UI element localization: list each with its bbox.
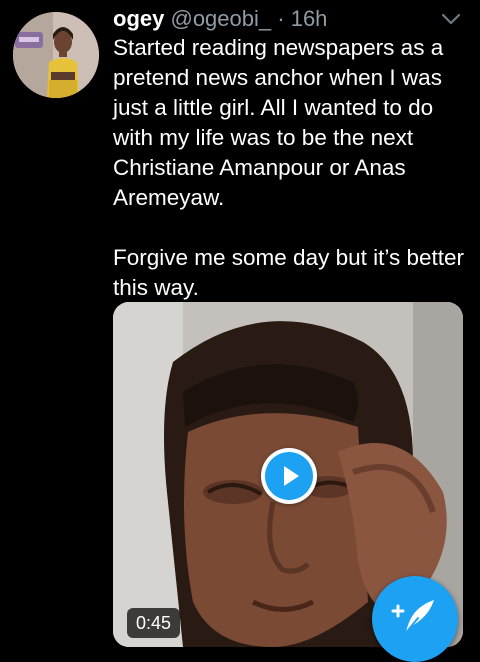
avatar[interactable] [13,12,99,98]
tweet-paragraph: Started reading newspapers as a pretend … [113,35,444,210]
separator-dot: · [277,6,285,31]
tweet-text: Started reading newspapers as a pretend … [113,33,473,303]
tweet[interactable]: ogey @ogeobi_ · 16h Started reading news… [0,0,480,662]
compose-tweet-icon [391,600,434,635]
tweet-paragraph: Forgive me some day but it’s better this… [113,245,464,300]
chevron-down-icon[interactable] [440,10,462,28]
display-name[interactable]: ogey [113,6,164,31]
tweet-header: ogey @ogeobi_ · 16h [113,6,327,32]
play-button[interactable] [261,448,317,504]
play-icon [284,466,299,486]
timestamp[interactable]: 16h [291,6,328,31]
video-duration: 0:45 [127,608,181,638]
compose-tweet-button[interactable] [372,576,458,662]
user-handle[interactable]: @ogeobi_ [170,6,271,31]
